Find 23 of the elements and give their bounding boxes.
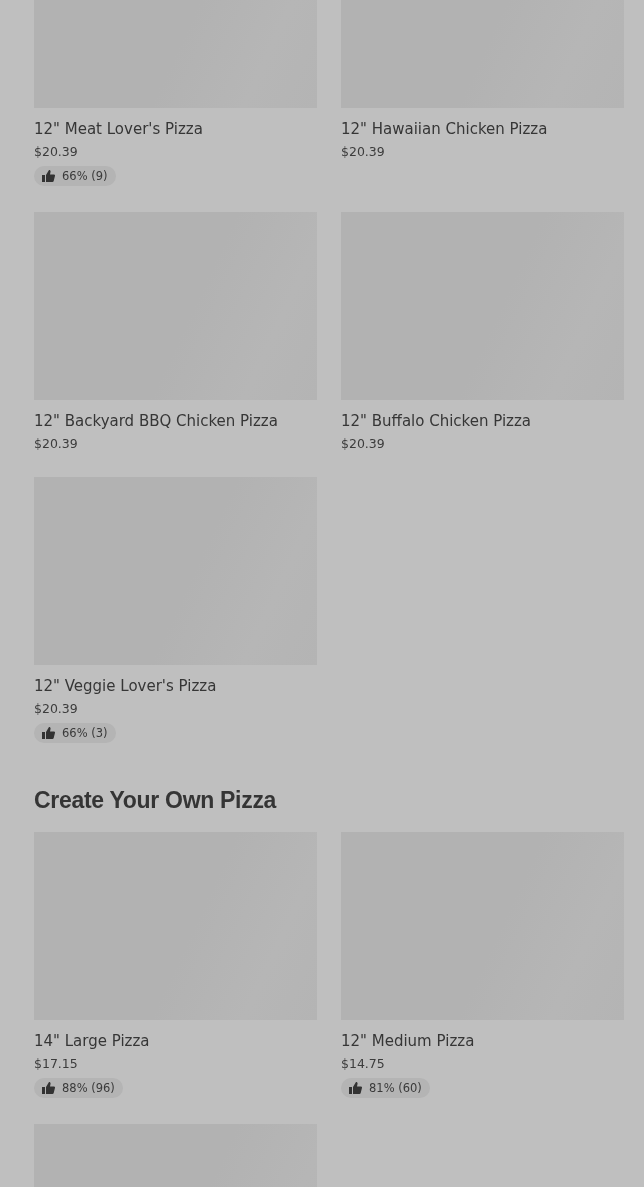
thumbs-up-icon bbox=[42, 727, 55, 739]
thumbs-up-icon bbox=[42, 1082, 55, 1094]
rating-text: 88% (96) bbox=[62, 1081, 115, 1095]
thumbs-up-icon bbox=[42, 170, 55, 182]
item-name[interactable]: 12" Veggie Lover's Pizza bbox=[34, 677, 317, 695]
item-name[interactable]: 12" Meat Lover's Pizza bbox=[34, 120, 317, 138]
rating-text: 66% (3) bbox=[62, 726, 108, 740]
item-name[interactable]: 12" Medium Pizza bbox=[341, 1032, 624, 1050]
item-name[interactable]: 12" Hawaiian Chicken Pizza bbox=[341, 120, 624, 138]
item-name[interactable]: 12" Backyard BBQ Chicken Pizza bbox=[34, 412, 317, 430]
item-price: $17.15 bbox=[34, 1056, 79, 1071]
thumbs-up-icon bbox=[349, 1082, 362, 1094]
item-price: $14.75 bbox=[341, 1056, 386, 1071]
section-heading: Create Your Own Pizza bbox=[34, 787, 278, 814]
rating-text: 81% (60) bbox=[369, 1081, 422, 1095]
item-name[interactable]: 12" Buffalo Chicken Pizza bbox=[341, 412, 624, 430]
item-price: $20.39 bbox=[341, 144, 386, 159]
rating-text: 66% (9) bbox=[62, 169, 108, 183]
item-price: $20.39 bbox=[34, 701, 79, 716]
item-price: $20.39 bbox=[34, 436, 79, 451]
item-price: $20.39 bbox=[341, 436, 386, 451]
item-name[interactable]: 14" Large Pizza bbox=[34, 1032, 317, 1050]
item-price: $20.39 bbox=[34, 144, 79, 159]
